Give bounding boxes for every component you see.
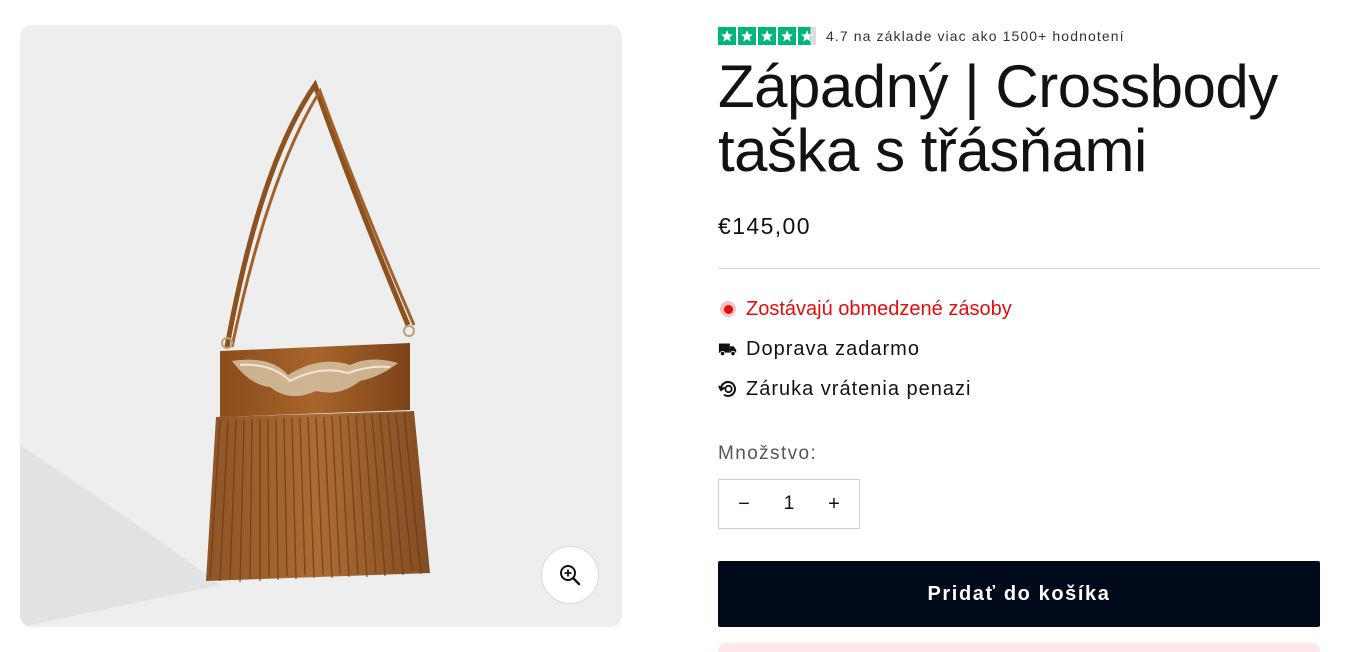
- rating-text: 4.7 na základe viac ako 1500+ hodnotení: [826, 28, 1125, 44]
- product-price: €145,00: [718, 213, 811, 239]
- add-to-cart-button[interactable]: Pridať do košíka: [718, 561, 1320, 627]
- product-title: Západný | Crossbody taška s třásňami: [718, 53, 1278, 184]
- zoom-in-icon: [560, 565, 581, 586]
- star-half-icon: [798, 27, 816, 45]
- rating-stars: [718, 27, 816, 45]
- shipping-text: Doprava zadarmo: [746, 337, 920, 360]
- star-icon: [778, 27, 796, 45]
- stock-text: Zostávajú obmedzené zásoby: [746, 297, 1012, 320]
- truck-icon: [718, 339, 738, 359]
- quantity-increase-button[interactable]: +: [809, 480, 859, 528]
- product-info: 4.7 na základe viac ako 1500+ hodnotení …: [718, 25, 1320, 652]
- star-icon: [738, 27, 756, 45]
- zoom-button[interactable]: [541, 546, 599, 604]
- quantity-stepper: − +: [718, 479, 860, 529]
- money-back-icon: [718, 379, 738, 399]
- product-image[interactable]: [20, 25, 622, 627]
- divider: [718, 268, 1320, 269]
- returns-notice: Záruka vrátenia penazi: [718, 377, 1320, 401]
- quantity-input[interactable]: [769, 493, 809, 515]
- product-page: 4.7 na základe viac ako 1500+ hodnotení …: [0, 0, 1354, 652]
- quantity-label: Množstvo:: [718, 443, 818, 464]
- stock-dot-icon: [718, 299, 738, 319]
- stock-notice: Zostávajú obmedzené zásoby: [718, 297, 1320, 321]
- rating-summary[interactable]: 4.7 na základe viac ako 1500+ hodnotení: [718, 25, 1320, 47]
- star-icon: [718, 27, 736, 45]
- returns-text: Záruka vrátenia penazi: [746, 377, 972, 400]
- star-icon: [758, 27, 776, 45]
- next-section-peek: [718, 643, 1320, 652]
- shipping-notice: Doprava zadarmo: [718, 337, 1320, 361]
- quantity-decrease-button[interactable]: −: [719, 480, 769, 528]
- fringe-bag-photo: [20, 79, 430, 627]
